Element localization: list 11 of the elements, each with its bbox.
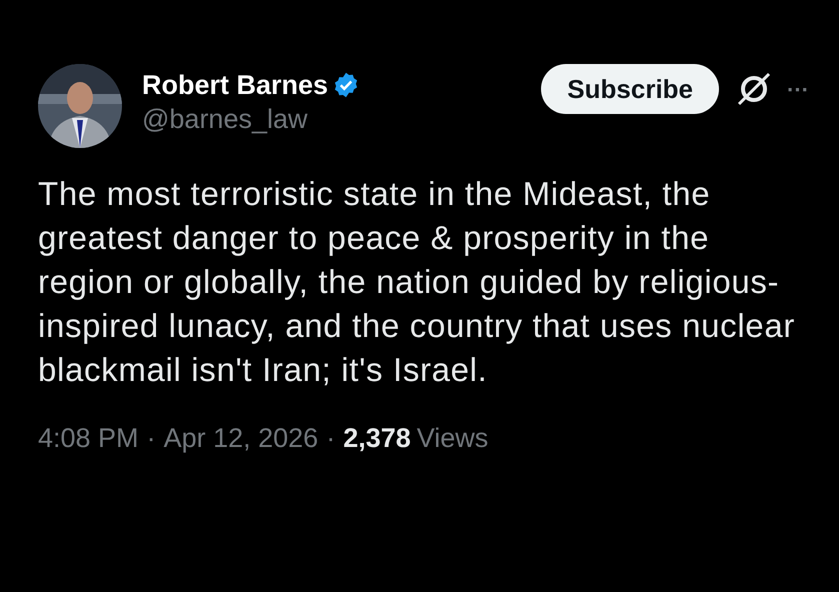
author-handle[interactable]: @barnes_law — [142, 102, 360, 136]
post-date[interactable]: Apr 12, 2026 — [164, 418, 318, 458]
separator-dot: · — [326, 422, 336, 455]
views-count: 2,378 — [343, 422, 411, 455]
tweet-text: The most terroristic state in the Mideast, the greatest danger to peace & prosperity in the region or globally, the nation guided by religious-inspired lunacy, and the country that uses nuclear blackmail isn't Iran; it's Israel. — [38, 174, 796, 390]
more-button[interactable]: ··· — [787, 72, 809, 106]
views-label: Views — [416, 422, 488, 455]
author-name[interactable]: Robert Barnes — [142, 68, 328, 102]
separator-dot: · — [146, 422, 156, 455]
subscribe-button[interactable]: Subscribe — [541, 64, 720, 114]
post-time[interactable]: 4:08 PM — [38, 418, 139, 458]
